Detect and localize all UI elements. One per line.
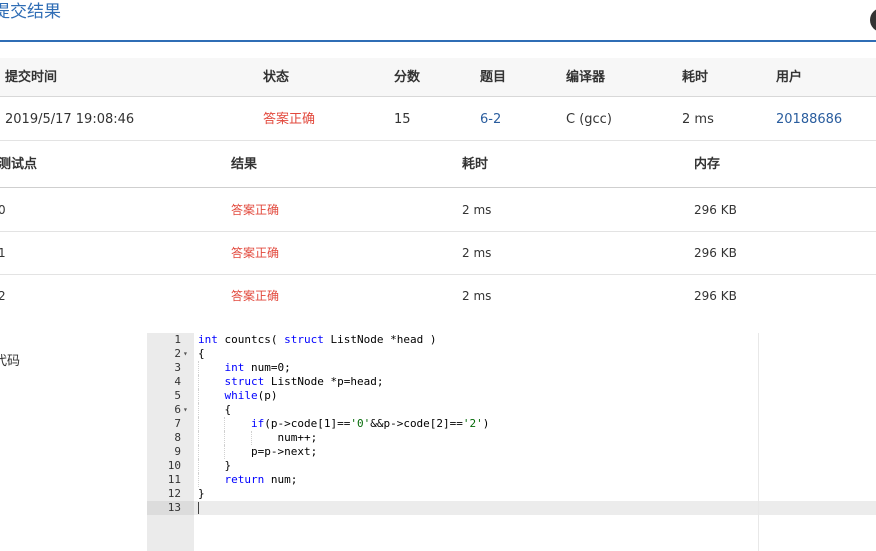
header-tc-duration: 耗时	[462, 157, 489, 172]
code-line: 10 }	[147, 459, 876, 473]
header-score: 分数	[394, 70, 421, 85]
code-text: int countcs( struct ListNode *head )	[198, 333, 437, 346]
header-memory: 内存	[694, 157, 721, 172]
submission-score: 15	[394, 112, 411, 127]
testcase-result: 答案正确	[231, 203, 280, 217]
code-text: {	[198, 403, 232, 416]
code-line: 12}	[147, 487, 876, 501]
line-number: 4	[174, 375, 181, 388]
line-number: 10	[167, 459, 181, 472]
code-line: 13	[147, 501, 876, 515]
testcase-id: 0	[0, 203, 6, 217]
code-line: 3 int num=0;	[147, 361, 876, 375]
table-row: 2 答案正确 2 ms 296 KB	[0, 275, 876, 318]
page-title: 提交结果	[0, 2, 61, 22]
table-row: 0 答案正确 2 ms 296 KB	[0, 189, 876, 232]
testcase-memory: 296 KB	[694, 289, 737, 303]
code-line: 1 int countcs( struct ListNode *head )	[147, 333, 876, 347]
submission-status: 答案正确	[263, 112, 316, 127]
header-testcase: 测试点	[0, 157, 38, 172]
submission-table-header: 提交时间 状态 分数 题目 编译器 耗时 用户	[0, 58, 876, 97]
line-number: 3	[174, 361, 181, 374]
title-divider	[0, 40, 876, 42]
table-row: 1 答案正确 2 ms 296 KB	[0, 232, 876, 275]
code-text: if(p->code[1]=='0'&&p->code[2]=='2')	[250, 417, 490, 430]
code-line: 4 struct ListNode *p=head;	[147, 375, 876, 389]
testcase-duration: 2 ms	[462, 289, 492, 303]
code-line: 7 if(p->code[1]=='0'&&p->code[2]=='2')	[147, 417, 876, 431]
fold-toggle-icon[interactable]: ▾	[183, 347, 193, 361]
code-text: while(p)	[224, 389, 278, 402]
testcase-id: 1	[0, 246, 6, 260]
header-status: 状态	[263, 70, 290, 85]
code-text: {	[198, 347, 205, 360]
code-line: 6 ▾ {	[147, 403, 876, 417]
header-result: 结果	[231, 157, 258, 172]
line-number: 8	[174, 431, 181, 444]
code-text: p=p->next;	[198, 445, 318, 458]
line-number: 13	[167, 501, 181, 514]
code-text: return num;	[224, 473, 298, 486]
code-line: 5 while(p)	[147, 389, 876, 403]
submission-duration: 2 ms	[682, 112, 714, 127]
problem-link[interactable]: 6-2	[480, 98, 501, 141]
avatar[interactable]	[870, 8, 876, 32]
testcase-duration: 2 ms	[462, 246, 492, 260]
code-text: }	[198, 487, 205, 500]
header-compiler: 编译器	[566, 70, 606, 85]
code-line: 2 ▾ {	[147, 347, 876, 361]
code-editor[interactable]: 1 int countcs( struct ListNode *head ) 2 ▾{…	[147, 333, 876, 551]
line-number: 5	[174, 389, 181, 402]
line-number: 7	[174, 417, 181, 430]
code-label: 代码	[0, 354, 21, 369]
testcase-result: 答案正确	[231, 246, 280, 260]
testcase-id: 2	[0, 289, 6, 303]
header-problem: 题目	[480, 70, 507, 85]
header-time: 提交时间	[5, 70, 58, 85]
line-number: 2	[174, 347, 181, 360]
code-line: 8 num++;	[147, 431, 876, 445]
submission-row: 2019/5/17 19:08:46 答案正确 15 6-2 C (gcc) 2…	[0, 98, 876, 141]
testcase-memory: 296 KB	[694, 203, 737, 217]
submission-time: 2019/5/17 19:08:46	[5, 112, 135, 127]
line-number: 9	[174, 445, 181, 458]
code-line: 11 return num;	[147, 473, 876, 487]
code-text: }	[198, 459, 232, 472]
header-user: 用户	[776, 70, 803, 85]
testcase-memory: 296 KB	[694, 246, 737, 260]
code-text: int num=0;	[224, 361, 291, 374]
code-text: num++;	[198, 431, 318, 444]
line-number: 12	[167, 487, 181, 500]
line-number: 6	[174, 403, 181, 416]
testcase-duration: 2 ms	[462, 203, 492, 217]
line-number: 1	[174, 333, 181, 346]
line-number: 11	[167, 473, 181, 486]
fold-toggle-icon[interactable]: ▾	[183, 403, 193, 417]
header-duration: 耗时	[682, 70, 709, 85]
user-link[interactable]: 20188686	[776, 98, 842, 141]
submission-compiler: C (gcc)	[566, 112, 612, 127]
testcase-table-header: 测试点 结果 耗时 内存	[0, 142, 876, 188]
testcase-result: 答案正确	[231, 289, 280, 303]
code-text: struct ListNode *p=head;	[224, 375, 384, 388]
code-line: 9 p=p->next;	[147, 445, 876, 459]
